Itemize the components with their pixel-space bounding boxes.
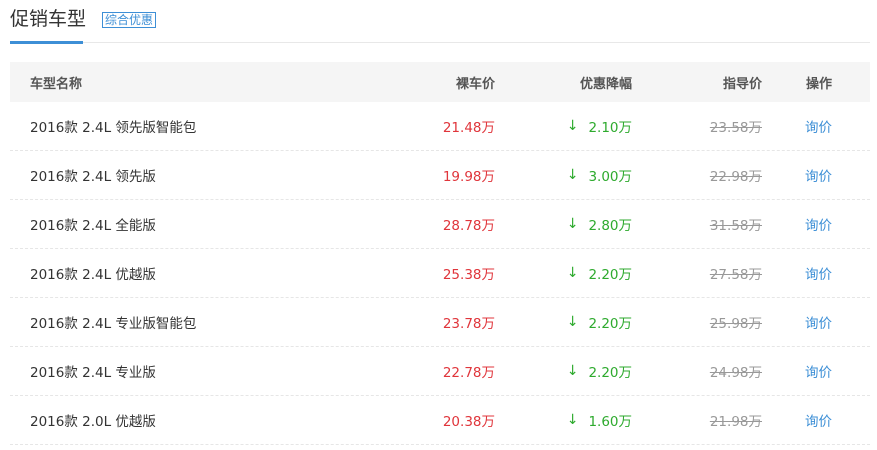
col-header-discount: 优惠降幅 [579,76,632,92]
guide-price: 27.58万 [709,267,762,283]
promo-table: 车型名称 裸车价 优惠降幅 指导价 操作 2016款 2.4L 领先版智能包 2… [10,62,870,445]
discount-amount: ↓ 2.20万 [567,249,632,297]
table-row: 2016款 2.0L 优越版 20.38万 ↓ 1.60万 21.98万 询价 [10,396,870,445]
model-name: 2016款 2.0L 优越版 [30,414,156,430]
arrow-down-icon: ↓ [566,314,579,330]
table-row: 2016款 2.4L 领先版 19.98万 ↓ 3.00万 22.98万 询价 [10,151,870,200]
arrow-down-icon: ↓ [566,363,579,379]
guide-price: 25.98万 [709,316,762,332]
net-price: 25.38万 [442,267,495,283]
inquire-link[interactable]: 询价 [805,298,832,346]
arrow-down-icon: ↓ [566,412,579,428]
inquire-link[interactable]: 询价 [805,102,832,150]
table-header: 车型名称 裸车价 优惠降幅 指导价 操作 [10,62,870,102]
inquire-link[interactable]: 询价 [805,249,832,297]
net-price: 28.78万 [442,218,495,234]
arrow-down-icon: ↓ [566,265,579,281]
arrow-down-icon: ↓ [566,118,579,134]
inquire-link[interactable]: 询价 [805,200,832,248]
inquire-link[interactable]: 询价 [805,347,832,395]
net-price: 20.38万 [442,414,495,430]
discount-amount: ↓ 2.20万 [567,298,632,346]
guide-price: 22.98万 [709,169,762,185]
table-row: 2016款 2.4L 专业版智能包 23.78万 ↓ 2.20万 25.98万 询… [10,298,870,347]
table-row: 2016款 2.4L 优越版 25.38万 ↓ 2.20万 27.58万 询价 [10,249,870,298]
model-name: 2016款 2.4L 专业版智能包 [30,316,197,332]
col-header-name: 车型名称 [30,76,83,92]
arrow-down-icon: ↓ [566,216,579,232]
discount-value: 1.60万 [588,414,632,430]
table-row: 2016款 2.4L 全能版 28.78万 ↓ 2.80万 31.58万 询价 [10,200,870,249]
inquire-link[interactable]: 询价 [805,396,832,444]
discount-amount: ↓ 2.10万 [567,102,632,150]
guide-price: 21.98万 [709,414,762,430]
promo-panel: 促销车型 综合优惠 车型名称 裸车价 优惠降幅 指导价 操作 2016款 2.4… [0,0,877,450]
net-price: 19.98万 [442,169,495,185]
table-row: 2016款 2.4L 专业版 22.78万 ↓ 2.20万 24.98万 询价 [10,347,870,396]
inquire-link[interactable]: 询价 [805,151,832,199]
table-body: 2016款 2.4L 领先版智能包 21.48万 ↓ 2.10万 23.58万 询… [10,102,870,445]
discount-value: 2.20万 [588,267,632,283]
discount-value: 2.10万 [588,120,632,136]
discount-value: 2.20万 [588,365,632,381]
discount-amount: ↓ 2.80万 [567,200,632,248]
title-underline [10,41,83,44]
model-name: 2016款 2.4L 专业版 [30,365,156,381]
discount-amount: ↓ 3.00万 [567,151,632,199]
comprehensive-discount-tag[interactable]: 综合优惠 [102,12,157,28]
discount-amount: ↓ 2.20万 [567,347,632,395]
col-header-guide-price: 指导价 [722,76,762,92]
arrow-down-icon: ↓ [566,167,579,183]
discount-value: 2.20万 [588,316,632,332]
guide-price: 31.58万 [709,218,762,234]
discount-amount: ↓ 1.60万 [567,396,632,444]
guide-price: 24.98万 [709,365,762,381]
model-name: 2016款 2.4L 领先版 [30,169,156,185]
guide-price: 23.58万 [709,120,762,136]
discount-value: 3.00万 [588,169,632,185]
col-header-price: 裸车价 [455,76,495,92]
net-price: 23.78万 [442,316,495,332]
section-title: 促销车型 [10,8,87,30]
net-price: 21.48万 [442,120,495,136]
section-header: 促销车型 综合优惠 [10,0,870,44]
discount-value: 2.80万 [588,218,632,234]
table-row: 2016款 2.4L 领先版智能包 21.48万 ↓ 2.10万 23.58万 询… [10,102,870,151]
model-name: 2016款 2.4L 优越版 [30,267,156,283]
model-name: 2016款 2.4L 全能版 [30,218,156,234]
col-header-action: 操作 [805,76,832,92]
net-price: 22.78万 [442,365,495,381]
model-name: 2016款 2.4L 领先版智能包 [30,120,197,136]
